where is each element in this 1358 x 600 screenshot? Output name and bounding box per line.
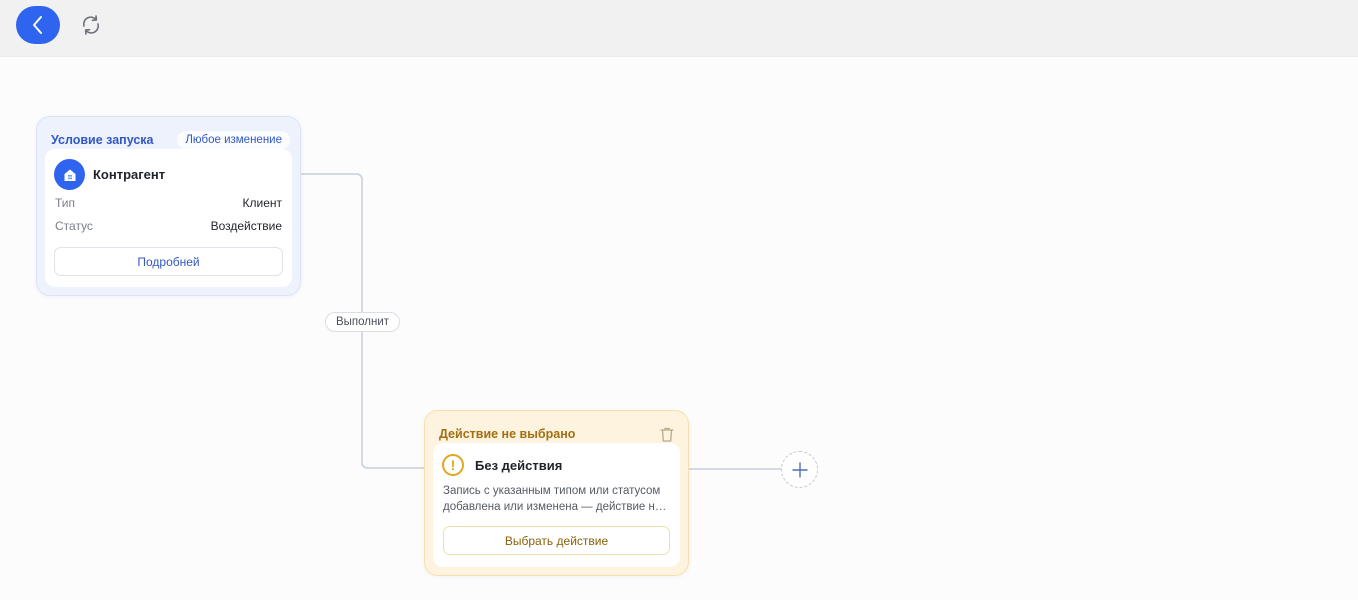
details-button[interactable]: Подробней	[54, 247, 283, 276]
action-node-header: Действие не выбрано	[439, 424, 676, 444]
trigger-condition-badge: Любое изменение	[177, 131, 290, 149]
action-description: Запись с указанным типом или статусом до…	[443, 485, 662, 513]
trigger-node[interactable]: Условие запуска Любое изменение Контраге…	[36, 116, 301, 296]
action-node[interactable]: Действие не выбрано ! Без действия Запис…	[424, 410, 689, 576]
field-row-type: Тип Клиент	[55, 195, 282, 211]
field-key: Тип	[55, 196, 76, 210]
field-value: Клиент	[242, 196, 283, 210]
trigger-entity-label: Контрагент	[93, 167, 166, 182]
choose-action-button[interactable]: Выбрать действие	[443, 526, 670, 555]
field-value: Воздействие	[210, 219, 282, 233]
exclamation-circle-icon: !	[442, 454, 464, 476]
field-row-status: Статус Воздействие	[55, 218, 282, 234]
edge-label: Выполнит	[325, 312, 400, 332]
plus-icon	[791, 461, 808, 478]
trigger-card: Контрагент Тип Клиент Статус Воздействие…	[45, 149, 292, 287]
trigger-node-header: Условие запуска Любое изменение	[51, 130, 290, 150]
trash-icon[interactable]	[658, 425, 676, 443]
field-key: Статус	[55, 219, 93, 233]
action-name: Без действия	[475, 457, 563, 473]
add-node-button[interactable]	[781, 451, 818, 488]
trigger-node-title: Условие запуска	[51, 133, 154, 147]
action-name-row: ! Без действия	[442, 454, 562, 476]
action-node-title: Действие не выбрано	[439, 427, 576, 441]
action-card: ! Без действия Запись с указанным типом …	[433, 443, 680, 567]
trigger-entity: Контрагент	[54, 159, 165, 190]
building-icon	[54, 159, 85, 190]
